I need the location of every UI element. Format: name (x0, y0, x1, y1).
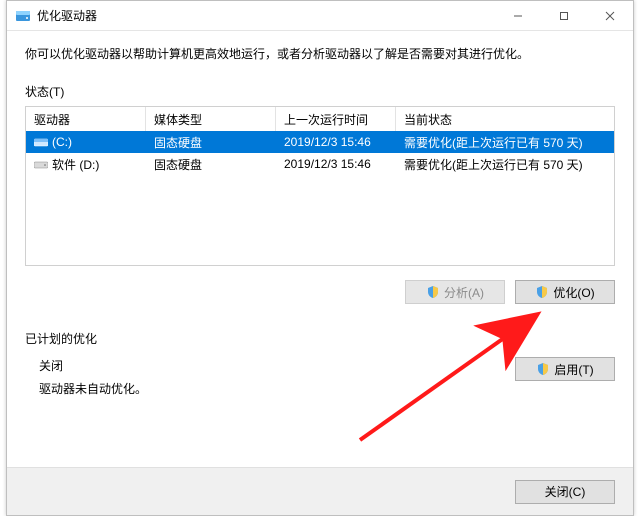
analyze-button[interactable]: 分析(A) (405, 280, 505, 304)
scheduled-desc: 驱动器未自动优化。 (39, 380, 515, 397)
column-last-run[interactable]: 上一次运行时间 (276, 107, 396, 131)
drive-status: 需要优化(距上次运行已有 570 天) (396, 134, 614, 151)
optimize-drives-window: 优化驱动器 你可以优化驱动器以帮助计算机更高效地运行，或者分析驱动器以了解是否需… (6, 0, 634, 516)
drive-name: (C:) (52, 135, 72, 149)
column-current[interactable]: 当前状态 (396, 107, 614, 131)
shield-icon (426, 285, 440, 299)
drive-last-run: 2019/12/3 15:46 (276, 135, 396, 149)
maximize-button[interactable] (541, 1, 587, 31)
drive-media: 固态硬盘 (146, 156, 276, 173)
action-row: 分析(A) 优化(O) (25, 280, 615, 304)
table-row[interactable]: 软件 (D:) 固态硬盘 2019/12/3 15:46 需要优化(距上次运行已… (26, 153, 614, 175)
intro-text: 你可以优化驱动器以帮助计算机更高效地运行，或者分析驱动器以了解是否需要对其进行优… (25, 45, 615, 63)
scheduled-state: 关闭 (39, 357, 515, 374)
shield-icon (536, 362, 550, 376)
drives-table: 驱动器 媒体类型 上一次运行时间 当前状态 (C:) 固态硬盘 2019/12/… (25, 106, 615, 266)
titlebar: 优化驱动器 (7, 1, 633, 31)
app-icon (15, 8, 31, 24)
window-title: 优化驱动器 (37, 7, 97, 24)
optimize-button[interactable]: 优化(O) (515, 280, 615, 304)
scheduled-title: 已计划的优化 (25, 330, 615, 347)
analyze-label: 分析(A) (444, 284, 484, 301)
enable-label: 启用(T) (554, 361, 593, 378)
minimize-button[interactable] (495, 1, 541, 31)
status-label: 状态(T) (25, 83, 615, 100)
scheduled-section: 已计划的优化 关闭 驱动器未自动优化。 启用(T) (25, 330, 615, 397)
close-label: 关闭(C) (545, 483, 586, 500)
client-area: 你可以优化驱动器以帮助计算机更高效地运行，或者分析驱动器以了解是否需要对其进行优… (7, 31, 633, 515)
enable-schedule-button[interactable]: 启用(T) (515, 357, 615, 381)
drive-icon (34, 136, 48, 148)
drive-media: 固态硬盘 (146, 134, 276, 151)
shield-icon (535, 285, 549, 299)
close-window-button[interactable] (587, 1, 633, 31)
drive-icon (34, 158, 48, 170)
drive-last-run: 2019/12/3 15:46 (276, 157, 396, 171)
footer: 关闭(C) (7, 467, 633, 515)
column-media[interactable]: 媒体类型 (146, 107, 276, 131)
drive-status: 需要优化(距上次运行已有 570 天) (396, 156, 614, 173)
table-header: 驱动器 媒体类型 上一次运行时间 当前状态 (26, 107, 614, 131)
close-button[interactable]: 关闭(C) (515, 480, 615, 504)
optimize-label: 优化(O) (553, 284, 594, 301)
table-row[interactable]: (C:) 固态硬盘 2019/12/3 15:46 需要优化(距上次运行已有 5… (26, 131, 614, 153)
column-drive[interactable]: 驱动器 (26, 107, 146, 131)
drive-name: 软件 (D:) (52, 156, 99, 173)
